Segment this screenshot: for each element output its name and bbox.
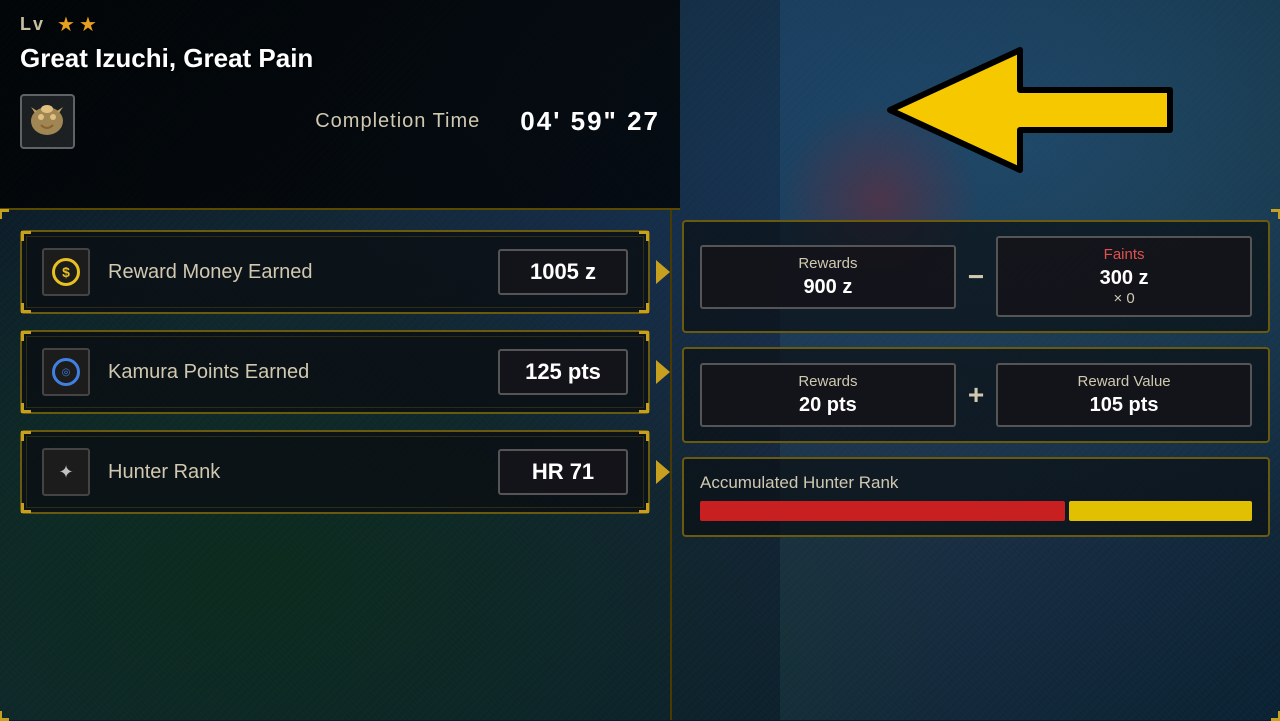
right-panel: Rewards 900 z − Faints 300 z × 0 Rewards… <box>670 210 1280 720</box>
rewards-section-2: Rewards 20 pts + Reward Value 105 pts <box>682 347 1270 443</box>
hr-value-box: HR 71 <box>498 449 628 495</box>
hr-card: ✦ Hunter Rank HR 71 <box>20 430 650 514</box>
faints-multiplier: × 0 <box>1014 290 1234 307</box>
faints-box: Faints 300 z × 0 <box>996 236 1252 317</box>
main-content: $ Reward Money Earned 1005 z ◎ Kamura Po… <box>0 210 1280 720</box>
rewards-value-2: 20 pts <box>718 394 938 417</box>
rewards-label-1: Rewards <box>718 255 938 272</box>
reward-value-label: Reward Value <box>1014 373 1234 390</box>
hr-label: Hunter Rank <box>108 461 480 484</box>
kamura-value: 125 pts <box>525 359 601 384</box>
money-card: $ Reward Money Earned 1005 z <box>20 230 650 314</box>
kamura-connector-arrow <box>656 360 670 384</box>
kamura-card: ◎ Kamura Points Earned 125 pts <box>20 330 650 414</box>
rewards-box-2: Rewards 20 pts <box>700 363 956 427</box>
money-label: Reward Money Earned <box>108 261 480 284</box>
reward-value-amount: 105 pts <box>1014 394 1234 417</box>
quest-title: Great Izuchi, Great Pain <box>0 43 680 86</box>
accumulated-title: Accumulated Hunter Rank <box>700 473 1252 493</box>
kamura-label: Kamura Points Earned <box>108 361 480 384</box>
left-panel: $ Reward Money Earned 1005 z ◎ Kamura Po… <box>0 210 670 720</box>
operator-1: − <box>968 261 984 293</box>
rewards-label-2: Rewards <box>718 373 938 390</box>
operator-2: + <box>968 379 984 411</box>
money-value: 1005 z <box>530 259 596 284</box>
hr-bar-red <box>700 501 1065 521</box>
money-icon: $ <box>42 248 90 296</box>
kamura-value-box: 125 pts <box>498 349 628 395</box>
money-connector-arrow <box>656 260 670 284</box>
rewards-row-1: Rewards 900 z − Faints 300 z × 0 <box>700 236 1252 317</box>
star-2: ★ <box>79 12 97 37</box>
reward-value-box: Reward Value 105 pts <box>996 363 1252 427</box>
kamura-icon: ◎ <box>42 348 90 396</box>
faints-sub: 300 z <box>1014 267 1234 290</box>
completion-time: 04' 59" 27 <box>520 106 660 137</box>
money-value-box: 1005 z <box>498 249 628 295</box>
completion-label: Completion Time <box>315 110 480 133</box>
rewards-section-1: Rewards 900 z − Faints 300 z × 0 <box>682 220 1270 333</box>
faints-label: Faints <box>1014 246 1234 263</box>
lv-label: Lv <box>20 14 45 35</box>
lv-row: Lv ★ ★ <box>0 0 680 43</box>
arrow-container <box>880 30 1200 190</box>
rewards-value-1: 900 z <box>718 276 938 299</box>
arrow-icon <box>880 30 1200 190</box>
rewards-box-1: Rewards 900 z <box>700 245 956 309</box>
rewards-row-2: Rewards 20 pts + Reward Value 105 pts <box>700 363 1252 427</box>
stars: ★ ★ <box>57 12 97 37</box>
hr-icon: ✦ <box>42 448 90 496</box>
hr-bar-yellow <box>1069 501 1252 521</box>
top-section: Lv ★ ★ Great Izuchi, Great Pain Completi… <box>0 0 680 210</box>
star-1: ★ <box>57 12 75 37</box>
completion-row: Completion Time 04' 59" 27 <box>0 86 680 157</box>
hr-value: HR 71 <box>532 459 594 484</box>
hunter-rank-section: Accumulated Hunter Rank <box>682 457 1270 537</box>
monster-icon <box>20 94 75 149</box>
hr-bar-container <box>700 501 1252 521</box>
hr-connector-arrow <box>656 460 670 484</box>
